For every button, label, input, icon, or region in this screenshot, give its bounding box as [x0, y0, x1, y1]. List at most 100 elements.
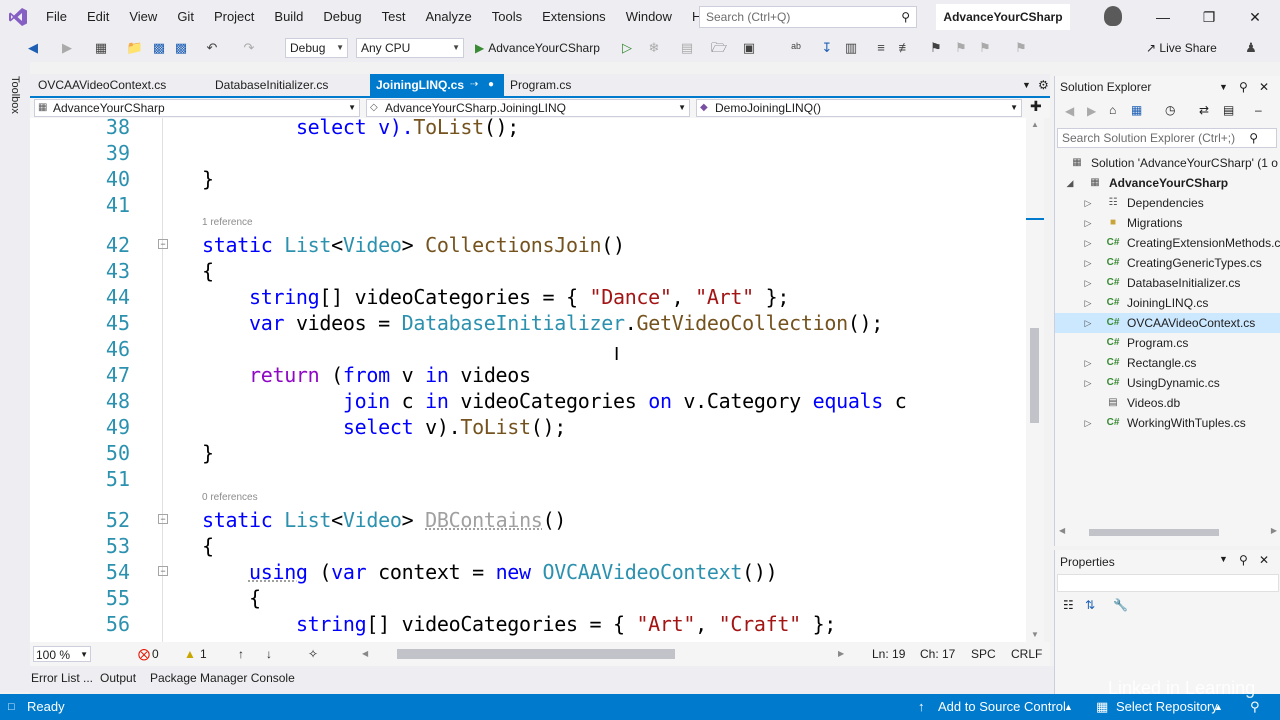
new-project-icon[interactable]: ▦ [92, 39, 110, 57]
scroll-right-icon[interactable]: ▶ [838, 646, 844, 662]
pin-icon[interactable]: ⚲ [1239, 76, 1248, 98]
whitespace-indicator[interactable]: SPC [971, 646, 996, 662]
browser-link-icon[interactable]: ▤ [678, 39, 696, 57]
minimize-icon[interactable]: — [1140, 0, 1186, 34]
notifications-bell-icon[interactable]: ⚲ [1250, 699, 1260, 715]
home-icon[interactable]: ⌂ [1109, 103, 1116, 117]
forward-icon[interactable]: ▶ [58, 39, 76, 57]
chevron-up-icon[interactable]: ▲ [1064, 699, 1073, 715]
tree-item-file[interactable]: ▷ C# JoiningLINQ.cs [1055, 293, 1280, 313]
tree-item-dependencies[interactable]: ▷ ☷ Dependencies [1055, 193, 1280, 213]
close-icon[interactable]: ✕ [1259, 76, 1269, 98]
chevron-up-icon[interactable]: ▲ [1214, 699, 1223, 715]
menu-test[interactable]: Test [372, 0, 416, 34]
editor-vertical-scrollbar[interactable]: ▲ ▼ [1026, 118, 1044, 642]
switch-views-icon[interactable]: ▦ [1131, 103, 1142, 117]
pin-icon[interactable]: ⚲ [1239, 553, 1248, 567]
member-dropdown[interactable]: ◆ DemoJoiningLINQ() ▼ [696, 99, 1022, 117]
horizontal-scrollbar-thumb[interactable] [397, 649, 675, 659]
chevron-down-icon[interactable]: ▼ [1219, 554, 1228, 564]
line-ending-indicator[interactable]: CRLF [1011, 646, 1042, 662]
collapse-icon[interactable]: − [158, 566, 168, 576]
tree-item-file[interactable]: ▷ C# UsingDynamic.cs [1055, 373, 1280, 393]
collapsed-icon[interactable]: ▷ [1083, 213, 1093, 233]
solution-explorer-horizontal-scrollbar[interactable]: ◀ ▶ [1059, 526, 1277, 538]
uncomment-icon[interactable]: ≢ [896, 39, 914, 57]
back-icon[interactable]: ◀ [1065, 104, 1074, 118]
collapsed-icon[interactable]: ▷ [1083, 373, 1093, 393]
visual-studio-logo-icon[interactable] [0, 0, 36, 34]
configuration-dropdown[interactable]: Debug ▼ [285, 38, 348, 58]
codelens-references[interactable]: 1 reference [202, 217, 253, 228]
settings-gear-icon[interactable]: ⚙ [1032, 74, 1055, 96]
collapse-icon[interactable]: − [158, 514, 168, 524]
scroll-right-icon[interactable]: ▶ [1271, 526, 1277, 535]
menu-window[interactable]: Window [616, 0, 682, 34]
collapsed-icon[interactable]: ▷ [1083, 193, 1093, 213]
categorized-icon[interactable]: ☷ [1063, 598, 1074, 612]
tree-item-file[interactable]: ▷ C# DatabaseInitializer.cs [1055, 273, 1280, 293]
split-view-icon[interactable]: ✚ [1030, 98, 1042, 115]
scrollbar-thumb[interactable] [1030, 328, 1039, 423]
tree-item-solution[interactable]: ▦ Solution 'AdvanceYourCSharp' (1 o [1055, 153, 1280, 173]
error-count[interactable]: 0 [152, 646, 159, 662]
tree-item-file[interactable]: C# Program.cs [1055, 333, 1280, 353]
menu-file[interactable]: File [36, 0, 77, 34]
save-icon[interactable]: ▩ [150, 39, 168, 57]
next-bookmark-icon[interactable]: ⚑ [976, 39, 994, 57]
platform-dropdown[interactable]: Any CPU ▼ [356, 38, 464, 58]
collapsed-icon[interactable]: ▷ [1083, 253, 1093, 273]
property-pages-icon[interactable]: 🔧 [1113, 598, 1128, 612]
tree-item-file[interactable]: ▷ C# Rectangle.cs [1055, 353, 1280, 373]
tree-item-file[interactable]: ▤ Videos.db [1055, 393, 1280, 413]
bookmark-icon[interactable]: ⚑ [927, 39, 945, 57]
forward-icon[interactable]: ▶ [1087, 104, 1096, 118]
menu-tools[interactable]: Tools [482, 0, 532, 34]
menu-view[interactable]: View [119, 0, 167, 34]
scroll-up-icon[interactable]: ▲ [1031, 120, 1039, 129]
solution-explorer-search-input[interactable]: Search Solution Explorer (Ctrl+;) ⚲ [1057, 128, 1277, 148]
line-indicator[interactable]: Ln: 19 [872, 646, 905, 662]
redo-icon[interactable]: ↷ [240, 39, 258, 57]
previous-bookmark-icon[interactable]: ⚑ [952, 39, 970, 57]
diagram-icon[interactable]: ▥ [842, 39, 860, 57]
zoom-dropdown[interactable]: 100 % ▼ [33, 646, 91, 662]
collapsed-icon[interactable]: ▷ [1083, 233, 1093, 253]
codelens-references[interactable]: 0 references [202, 492, 258, 503]
code-editor[interactable]: 38 39 40 41 42 43 44 45 46 47 48 49 50 5… [30, 118, 1044, 642]
tab-joininglinq[interactable]: JoiningLINQ.cs ⇢ ● [370, 74, 504, 96]
tab-program[interactable]: Program.cs [504, 74, 577, 96]
pending-changes-icon[interactable]: ◷ [1165, 103, 1175, 117]
open-folder-icon[interactable]: 📁 [126, 39, 144, 57]
avatar[interactable] [1104, 6, 1122, 26]
error-icon[interactable]: ⨂ [138, 646, 150, 662]
live-share-button[interactable]: ↗ Live Share [1146, 38, 1217, 58]
scroll-left-icon[interactable]: ◀ [1059, 526, 1065, 535]
tab-ovcaavideocontext[interactable]: OVCAAVideoContext.cs [32, 74, 172, 96]
unsaved-dot-icon[interactable]: ● [488, 74, 494, 96]
collapsed-icon[interactable]: ▷ [1083, 293, 1093, 313]
save-all-icon[interactable]: ▩ [172, 39, 190, 57]
warning-count[interactable]: 1 [200, 646, 207, 662]
tree-item-file[interactable]: ▷ C# CreatingGenericTypes.cs [1055, 253, 1280, 273]
tab-databaseinitializer[interactable]: DatabaseInitializer.cs [209, 74, 334, 96]
collapsed-icon[interactable]: ▷ [1083, 413, 1093, 433]
start-without-debugging-icon[interactable]: ▷ [618, 39, 636, 57]
repository-icon[interactable]: ▦ [1096, 699, 1108, 715]
tree-item-file[interactable]: ▷ C# WorkingWithTuples.cs [1055, 413, 1280, 433]
collapse-all-icon[interactable]: ▤ [1223, 103, 1234, 117]
chevron-down-icon[interactable]: ▼ [1219, 76, 1228, 98]
select-repository-button[interactable]: Select Repository [1116, 699, 1218, 715]
window-layout-icon[interactable]: ▣ [740, 39, 758, 57]
tree-item-project[interactable]: ◢ ▦ AdvanceYourCSharp [1055, 173, 1280, 193]
feedback-icon[interactable]: ♟ [1242, 39, 1260, 57]
tab-package-manager-console[interactable]: Package Manager Console [150, 671, 295, 685]
collapse-icon[interactable]: − [158, 239, 168, 249]
pin-icon[interactable]: ⇢ [470, 74, 478, 96]
tree-item-migrations[interactable]: ▷ ■ Migrations [1055, 213, 1280, 233]
add-source-control-icon[interactable]: ↑ [918, 699, 925, 715]
menu-build[interactable]: Build [264, 0, 313, 34]
collapsed-icon[interactable]: ▷ [1083, 353, 1093, 373]
menu-analyze[interactable]: Analyze [415, 0, 481, 34]
tab-error-list[interactable]: Error List ... [31, 671, 93, 685]
